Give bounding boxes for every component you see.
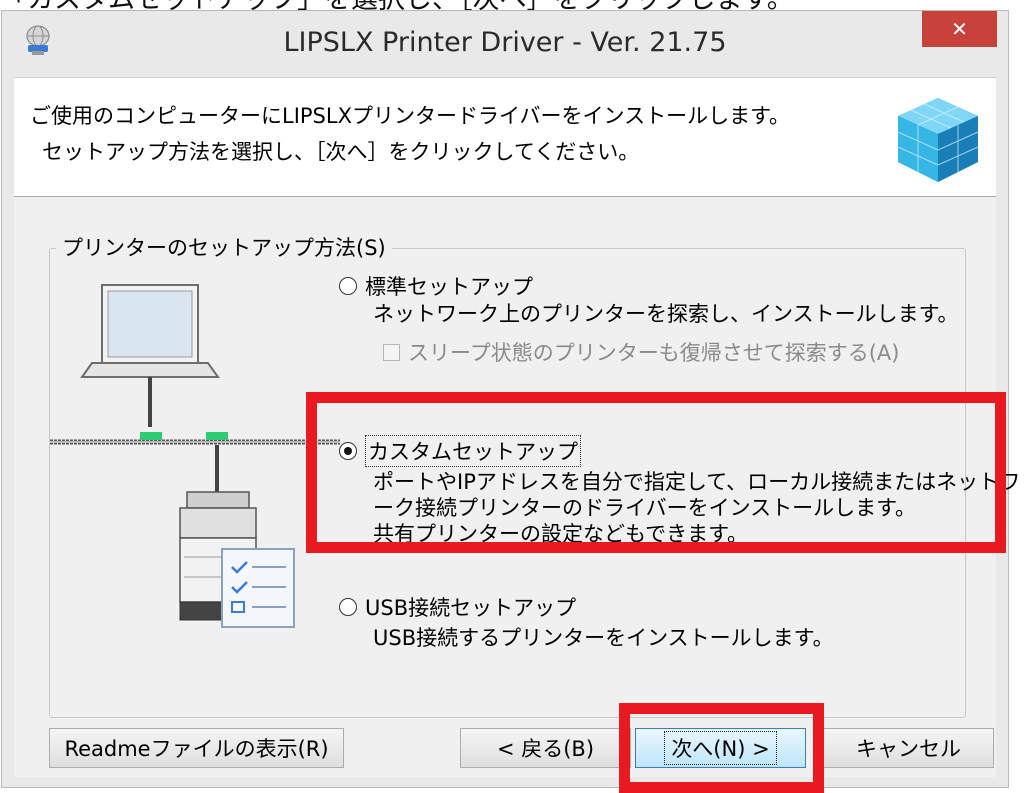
- header-line-2: セットアップ方法を選択し、［次へ］をクリックしてください。: [42, 140, 640, 164]
- sleep-wake-checkbox-box[interactable]: [383, 343, 400, 361]
- laptop-icon: [80, 284, 220, 378]
- sleep-wake-checkbox[interactable]: スリープ状態のプリンターも復帰させて探索する(A): [383, 337, 900, 367]
- highlight-next-button: [619, 703, 824, 793]
- standard-setup-description: ネットワーク上のプリンターを探索し、インストールします。: [373, 302, 959, 326]
- highlight-custom-setup: [306, 392, 1006, 553]
- window-title: LIPSLX Printer Driver - Ver. 21.75: [283, 27, 727, 58]
- readme-button[interactable]: Readmeファイルの表示(R): [49, 728, 344, 768]
- cancel-button-label: キャンセル: [856, 737, 961, 761]
- header-panel: ご使用のコンピューターにLIPSLXプリンタードライバーをインストールします。 …: [14, 77, 996, 197]
- cancel-button[interactable]: キャンセル: [823, 728, 994, 768]
- radio-standard-indicator[interactable]: [339, 277, 357, 295]
- radio-usb-label: USB接続セットアップ: [365, 596, 577, 620]
- back-button-label: < 戻る(B): [496, 737, 595, 761]
- sleep-wake-checkbox-label: スリープ状態のプリンターも復帰させて探索する(A): [408, 341, 900, 365]
- radio-usb-setup[interactable]: USB接続セットアップ: [339, 592, 576, 622]
- checklist-document-icon: [221, 548, 295, 628]
- radio-standard-setup[interactable]: 標準セットアップ: [339, 271, 533, 301]
- setup-method-legend: プリンターのセットアップ方法(S): [56, 232, 392, 262]
- radio-standard-label: 標準セットアップ: [365, 275, 533, 299]
- radio-usb-indicator[interactable]: [339, 598, 357, 616]
- close-button[interactable]: ✕: [922, 11, 997, 47]
- title-bar[interactable]: LIPSLX Printer Driver - Ver. 21.75 ✕: [2, 11, 1008, 77]
- close-icon: ✕: [951, 17, 968, 41]
- back-button[interactable]: < 戻る(B): [460, 728, 631, 768]
- page: 「カスタムセットアップ」を選択し、［次へ］をクリックします。 LIPSLX Pr…: [0, 0, 1029, 793]
- readme-button-label: Readmeファイルの表示(R): [64, 737, 329, 761]
- blue-cube-icon: [897, 98, 979, 182]
- usb-setup-description: USB接続するプリンターをインストールします。: [373, 626, 834, 650]
- header-line-1: ご使用のコンピューターにLIPSLXプリンタードライバーをインストールします。: [30, 104, 791, 128]
